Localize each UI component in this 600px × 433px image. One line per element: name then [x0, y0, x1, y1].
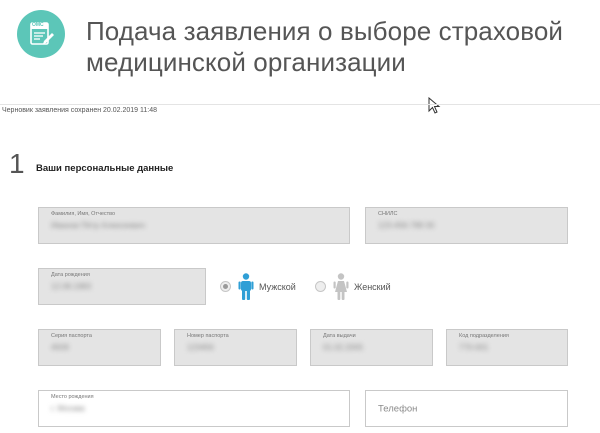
male-figure-icon — [238, 273, 254, 300]
passport-number-value: 123456 — [187, 343, 214, 352]
snils-label: СНИЛС — [378, 211, 398, 217]
full-name-label: Фамилия, Имя, Отчество — [51, 211, 116, 217]
issue-date-value: 01.02.2005 — [323, 343, 364, 352]
section-title: Ваши персональные данные — [36, 163, 174, 174]
division-code-value: 770-001 — [459, 343, 489, 352]
birth-date-label: Дата рождения — [51, 272, 90, 278]
page-title-line-2: медицинской организации — [86, 47, 406, 77]
birth-place-value: г. Москва — [51, 404, 85, 413]
phone-field[interactable]: Телефон — [365, 390, 568, 427]
draft-status: Черновик заявления сохранен 20.02.2019 1… — [2, 107, 158, 114]
snils-value: 123-456-789 00 — [378, 221, 435, 230]
birth-place-label: Место рождения — [51, 394, 94, 400]
division-code-label: Код подразделения — [459, 333, 509, 339]
full-name-value: Иванов Пётр Алексеевич — [51, 221, 146, 230]
passport-series-value: 4509 — [51, 343, 69, 352]
birth-place-field[interactable]: Место рождения г. Москва — [38, 390, 350, 427]
snils-field[interactable]: СНИЛС 123-456-789 00 — [365, 207, 568, 244]
birth-date-field[interactable]: Дата рождения 12.08.1983 — [38, 268, 206, 305]
mouse-cursor-icon — [428, 97, 441, 114]
page-title: Подача заявления о выборе страховой меди… — [86, 16, 596, 78]
passport-number-field[interactable]: Номер паспорта 123456 — [174, 329, 297, 366]
gender-female-label[interactable]: Женский — [354, 282, 391, 292]
gender-male-label[interactable]: Мужской — [259, 282, 296, 292]
logo-text: ОМС — [32, 22, 44, 28]
gender-female-radio[interactable] — [315, 281, 326, 292]
phone-placeholder: Телефон — [378, 403, 418, 414]
full-name-field[interactable]: Фамилия, Имя, Отчество Иванов Пётр Алекс… — [38, 207, 350, 244]
issue-date-label: Дата выдачи — [323, 333, 356, 339]
page-title-line-1: Подача заявления о выборе страховой — [86, 16, 564, 46]
female-figure-icon — [333, 273, 349, 300]
step-number: 1 — [9, 148, 25, 179]
passport-series-field[interactable]: Серия паспорта 4509 — [38, 329, 161, 366]
oms-logo: ОМС — [17, 10, 65, 58]
issue-date-field[interactable]: Дата выдачи 01.02.2005 — [310, 329, 433, 366]
division-code-field[interactable]: Код подразделения 770-001 — [446, 329, 568, 366]
header-divider — [0, 104, 600, 105]
birth-date-value: 12.08.1983 — [51, 282, 92, 291]
gender-male-radio[interactable] — [220, 281, 231, 292]
passport-number-label: Номер паспорта — [187, 333, 229, 339]
passport-series-label: Серия паспорта — [51, 333, 92, 339]
